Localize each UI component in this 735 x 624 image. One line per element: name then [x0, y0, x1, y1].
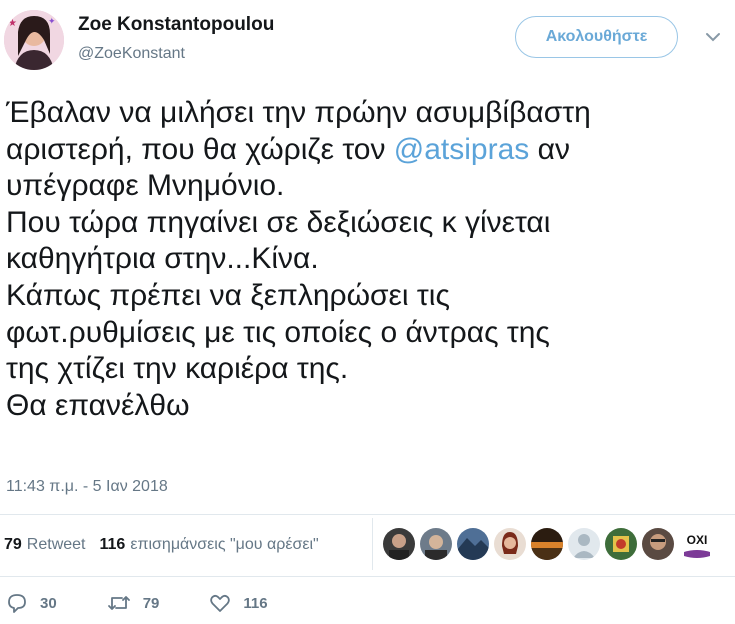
likers-avatars [383, 528, 679, 562]
oxi-badge-icon[interactable]: OXI [680, 528, 714, 562]
reply-count: 30 [40, 594, 57, 612]
user-handle[interactable]: @ZoeKonstant [78, 45, 185, 63]
tweet-actions: 30 79 116 [6, 592, 318, 614]
avatar-photo: ★ ✦ [4, 10, 64, 70]
liker-avatar[interactable] [457, 528, 489, 560]
chevron-down-icon[interactable] [704, 28, 722, 46]
liker-avatar[interactable] [531, 528, 563, 560]
tweet-line-1: Έβαλαν να μιλήσει την πρώην ασυμβίβαστη [6, 96, 591, 129]
follow-button[interactable]: Ακολουθήστε [515, 16, 678, 58]
divider [372, 518, 373, 570]
heart-icon [210, 594, 231, 612]
tweet-line-2: αριστερή, που θα χώριζε τον @atsipras αν [6, 132, 570, 166]
tweet-timestamp[interactable]: 11:43 π.μ. - 5 Ιαν 2018 [6, 478, 168, 496]
mention-link[interactable]: @atsipras [394, 133, 530, 166]
liker-avatar[interactable] [642, 528, 674, 560]
retweet-count: 79 [142, 594, 160, 612]
like-count: 116 [243, 594, 268, 612]
liker-avatar[interactable] [568, 528, 600, 560]
reply-button[interactable]: 30 [6, 592, 57, 614]
liker-avatar[interactable] [383, 528, 415, 560]
tweet-text: Έβαλαν να μιλήσει την πρώην ασυμβίβαστη … [6, 95, 731, 424]
user-name[interactable]: Zoe Konstantopoulou [78, 14, 274, 36]
liker-avatar[interactable] [494, 528, 526, 560]
svg-text:OXI: OXI [687, 533, 708, 547]
retweet-icon [107, 596, 130, 610]
avatar[interactable]: ★ ✦ [4, 10, 64, 70]
likes-stat[interactable]: 116 επισημάνσεις "μου αρέσει" [100, 536, 319, 554]
retweet-button[interactable]: 79 [107, 592, 160, 614]
tweet-stats: 79 Retweet 116 επισημάνσεις "μου αρέσει" [4, 530, 319, 560]
svg-text:★: ★ [8, 18, 17, 29]
divider [0, 576, 735, 577]
like-button[interactable]: 116 [209, 592, 268, 614]
reply-icon [8, 594, 26, 613]
liker-avatar[interactable] [420, 528, 452, 560]
retweet-stat[interactable]: 79 Retweet [4, 536, 86, 554]
tweet-body-rest: υπέγραφε Μνημόνιο. Που τώρα πηγαίνει σε … [6, 169, 551, 422]
tweet-header: ★ ✦ Zoe Konstantopoulou @ZoeKonstant Ακο… [0, 0, 735, 80]
divider [0, 514, 735, 515]
svg-text:✦: ✦ [48, 17, 56, 27]
liker-avatar[interactable] [605, 528, 637, 560]
